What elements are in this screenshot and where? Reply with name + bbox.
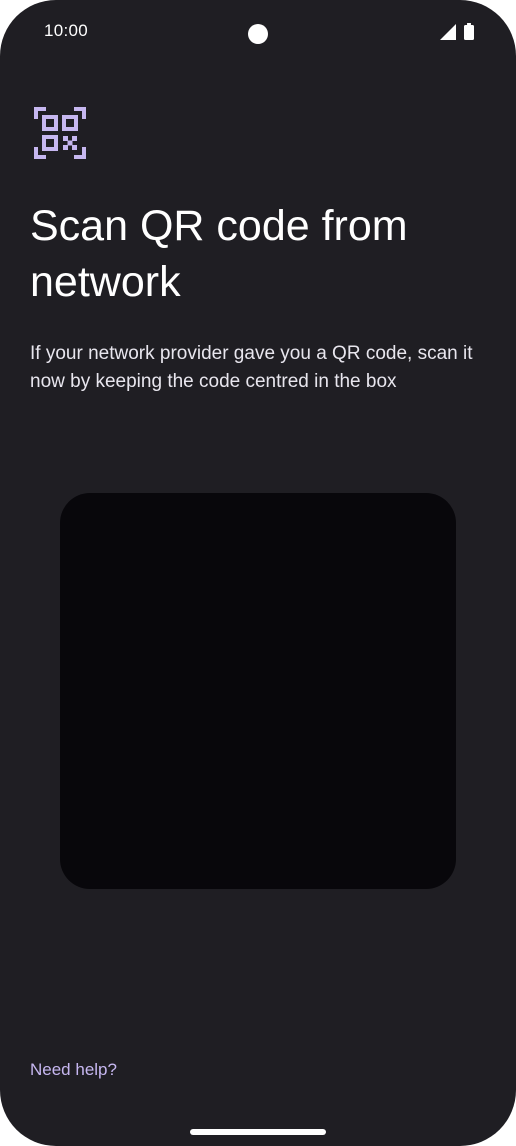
signal-icon	[440, 24, 456, 40]
page-description: If your network provider gave you a QR c…	[30, 343, 473, 392]
phone-screen: 10:00 Scan QR code from network If your …	[0, 0, 516, 1146]
qr-code-scanner-icon	[34, 107, 86, 159]
page-title: Scan QR code from network	[30, 202, 408, 306]
battery-icon	[464, 23, 474, 40]
status-bar: 10:00	[0, 0, 516, 64]
need-help-link[interactable]: Need help?	[30, 1060, 117, 1080]
qr-scanner-viewport	[60, 493, 456, 889]
status-icons	[440, 23, 474, 40]
camera-cutout	[248, 24, 268, 44]
gesture-navigation-bar[interactable]	[190, 1129, 326, 1135]
status-time: 10:00	[44, 21, 89, 40]
